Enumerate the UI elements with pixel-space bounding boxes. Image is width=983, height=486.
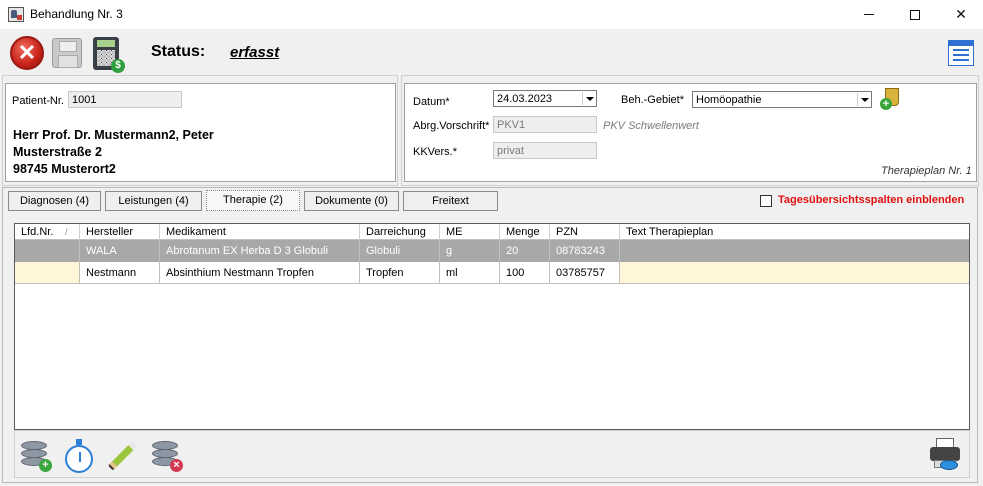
plus-icon: + [880,98,892,110]
close-icon: ✕ [955,6,967,22]
minimize-icon [864,14,874,15]
column-header-lfdnr[interactable]: Lfd.Nr. / [15,224,80,240]
tab-therapie[interactable]: Therapie (2) [206,190,300,211]
cell-darreichung: Globuli [360,240,440,262]
menu-button[interactable] [948,40,974,66]
close-window-button[interactable]: ✕ [938,0,983,29]
toolbar: ✕ $ Status: erfasst [0,29,983,77]
pencil-icon [108,441,137,471]
add-gebiet-button[interactable]: + [880,88,902,110]
column-header-text-therapieplan[interactable]: Text Therapieplan [620,224,969,240]
cell-darreichung: Tropfen [360,262,440,284]
cell-hersteller: Nestmann [80,262,160,284]
print-preview-button[interactable] [928,438,962,472]
column-header-hersteller[interactable]: Hersteller [80,224,160,240]
chevron-down-icon [857,93,870,106]
gebiet-value: Homöopathie [696,94,762,106]
minimize-button[interactable] [846,0,892,29]
maximize-button[interactable] [892,0,938,29]
gebiet-label: Beh.-Gebiet* [621,94,684,106]
cancel-button[interactable]: ✕ [10,36,44,70]
tab-diagnosen[interactable]: Diagnosen (4) [8,191,101,211]
column-header-menge[interactable]: Menge [500,224,550,240]
cell-text-therapieplan [620,262,969,284]
column-header-pzn[interactable]: PZN [550,224,620,240]
cell-hersteller: WALA [80,240,160,262]
eye-icon [940,460,958,470]
tab-freitext[interactable]: Freitext [403,191,498,211]
column-header-medikament[interactable]: Medikament [160,224,360,240]
table-row[interactable]: Nestmann Absinthium Nestmann Tropfen Tro… [15,262,969,284]
patient-name: Herr Prof. Dr. Mustermann2, Peter [13,128,214,142]
gebiet-select[interactable]: Homöopathie [692,91,872,108]
cell-text-therapieplan [620,240,969,262]
tagesuebersicht-label[interactable]: Tagesübersichtsspalten einblenden [778,194,964,206]
patient-city: 98745 Musterort2 [13,162,116,176]
datum-value: 24.03.2023 [497,93,553,105]
cell-pzn: 03785757 [550,262,620,284]
datum-label: Datum* [413,96,450,108]
tab-dokumente[interactable]: Dokumente (0) [304,191,399,211]
remove-entry-button[interactable]: × [150,439,184,473]
cell-lfdnr [15,240,80,262]
status-label: Status: [151,43,206,60]
table-header: Lfd.Nr. / Hersteller Medikament Darreich… [15,224,969,240]
patient-nr-label: Patient-Nr. [12,95,64,107]
cell-me: ml [440,262,500,284]
cell-medikament: Abrotanum EX Herba D 3 Globuli [160,240,360,262]
patient-panel: Patient-Nr. 1001 Herr Prof. Dr. Musterma… [5,83,396,182]
abrg-hint: PKV Schwellenwert [603,120,699,132]
kkvers-label: KKVers.* [413,146,458,158]
calculator-button[interactable]: $ [93,37,125,73]
kkvers-field[interactable]: privat [493,142,597,159]
cell-lfdnr [15,262,80,284]
sort-icon: / [65,227,68,237]
cell-medikament: Absinthium Nestmann Tropfen [160,262,360,284]
patient-address: Herr Prof. Dr. Mustermann2, Peter Muster… [13,127,214,178]
cell-me: g [440,240,500,262]
add-entry-button[interactable]: + [19,439,53,473]
cell-pzn: 08783243 [550,240,620,262]
abrg-label: Abrg.Vorschrift* [413,120,490,132]
dollar-icon: $ [111,59,125,73]
column-header-me[interactable]: ME [440,224,500,240]
patient-nr-field[interactable]: 1001 [68,91,182,108]
abrg-field[interactable]: PKV1 [493,116,597,133]
cell-menge: 20 [500,240,550,262]
patient-street: Musterstraße 2 [13,145,102,159]
tab-leistungen[interactable]: Leistungen (4) [105,191,202,211]
therapieplan-label: Therapieplan Nr. 1 [881,165,972,177]
remove-icon: × [170,459,183,472]
cell-menge: 100 [500,262,550,284]
datum-picker[interactable]: 24.03.2023 [493,90,597,107]
plus-icon: + [39,459,52,472]
print-preview-icon [930,447,960,461]
save-button[interactable] [52,38,82,68]
app-icon [8,7,24,22]
column-header-darreichung[interactable]: Darreichung [360,224,440,240]
stopwatch-icon [65,445,93,473]
chevron-down-icon [582,92,595,105]
timer-button[interactable] [63,439,95,473]
title-bar: Behandlung Nr. 3 ✕ [0,0,983,29]
therapie-table: Lfd.Nr. / Hersteller Medikament Darreich… [14,223,970,430]
status-value: erfasst [230,44,280,61]
window-title: Behandlung Nr. 3 [30,7,123,21]
close-icon: ✕ [17,40,37,65]
menu-icon [953,49,969,51]
maximize-icon [910,9,920,20]
tagesuebersicht-checkbox[interactable] [760,195,772,207]
edit-button[interactable] [107,441,137,471]
table-row[interactable]: WALA Abrotanum EX Herba D 3 Globuli Glob… [15,240,969,262]
